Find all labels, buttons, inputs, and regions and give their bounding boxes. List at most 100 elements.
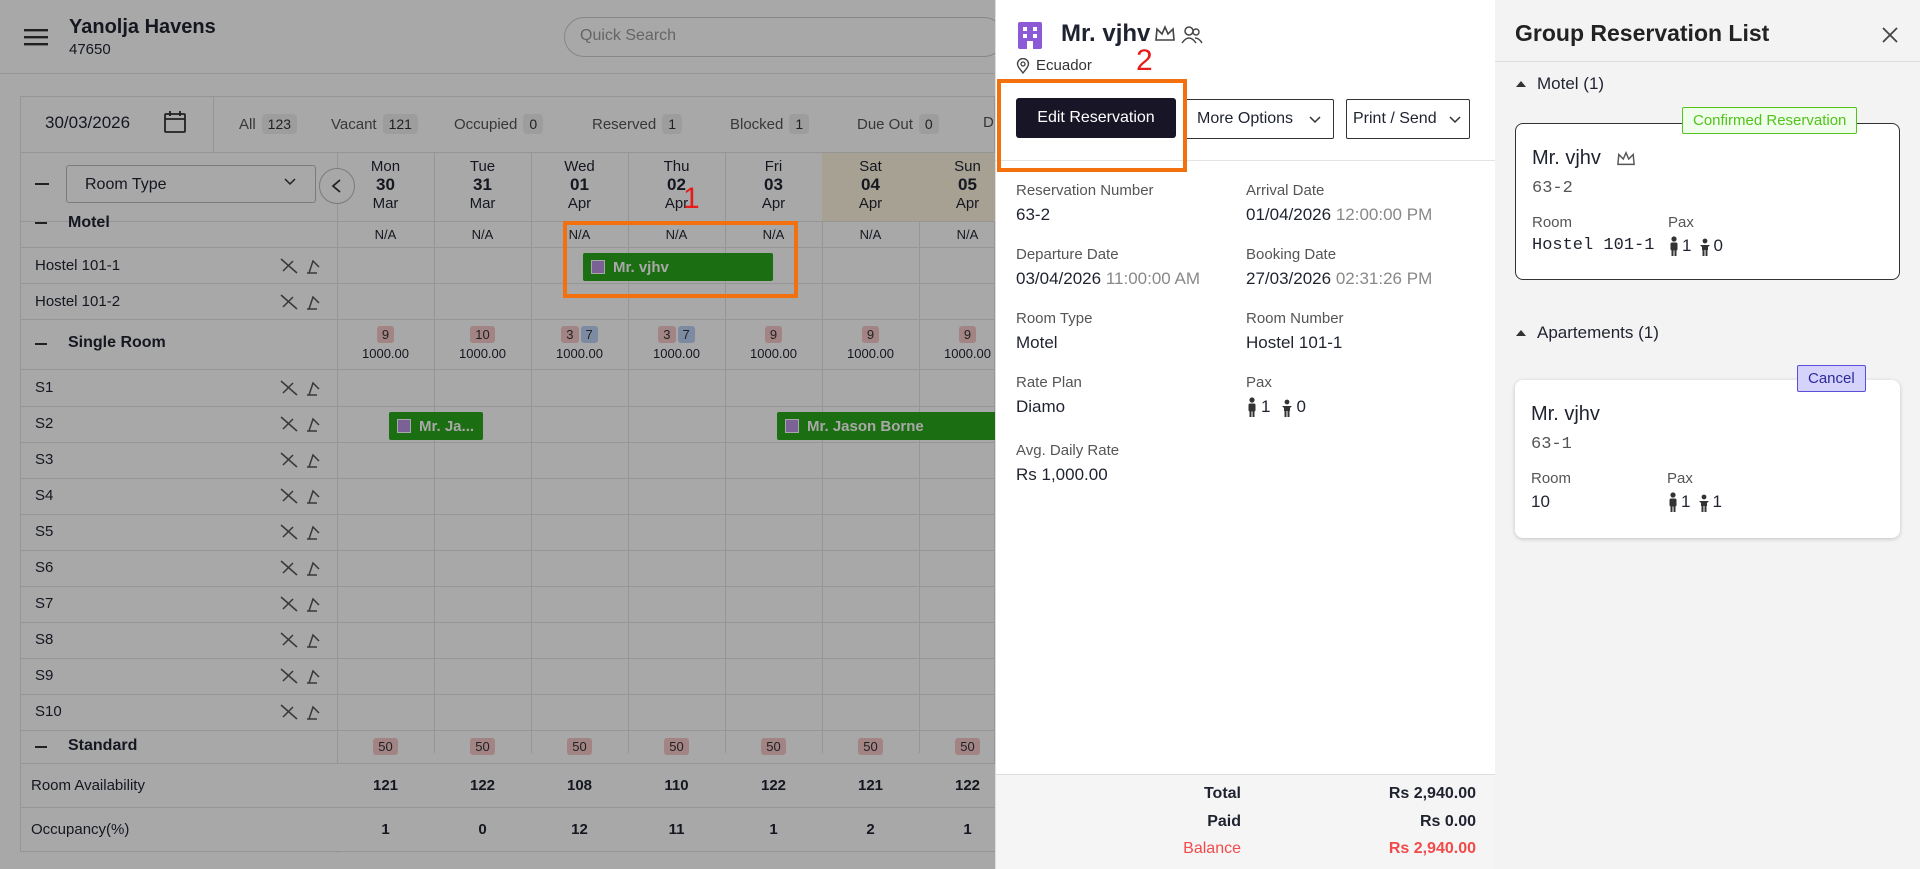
filter-bar: 30/03/2026 All 123 Vacant 121 Occupied 0 Re…	[20, 96, 995, 153]
day-number: 03	[764, 175, 783, 194]
room-row-label[interactable]: S2	[35, 415, 53, 432]
filter-all[interactable]: All 123	[239, 114, 298, 134]
filter-count: 123	[261, 114, 298, 134]
availability-badge: 50	[373, 738, 398, 755]
price: 1000.00	[944, 346, 991, 361]
room-row-label[interactable]: S8	[35, 631, 53, 648]
card-room: 10	[1531, 492, 1550, 511]
collapse-all-icon[interactable]	[35, 183, 49, 185]
na-cell: N/A	[956, 227, 979, 242]
room-row-label[interactable]: S4	[35, 487, 53, 504]
print-send-button[interactable]: Print / Send	[1346, 99, 1470, 139]
adult-icon	[1669, 492, 1677, 512]
chevron-down-icon	[1449, 116, 1461, 124]
filter-label: Reserved	[592, 115, 657, 133]
month: Mar	[372, 195, 399, 212]
button-label: More Options	[1197, 110, 1294, 127]
filter-label: Vacant	[331, 115, 377, 133]
availability-badge: 50	[955, 738, 980, 755]
card-room: Hostel 101-1	[1532, 236, 1655, 255]
location-pin-icon	[1016, 57, 1030, 74]
group-section-motel[interactable]: Motel (1)	[1515, 74, 1604, 94]
housekeeping-icon	[279, 487, 321, 505]
day-header: Mon 30 Mar	[337, 153, 434, 221]
filter-label: Due Out	[857, 115, 913, 133]
rate-cell: 10 1000.00	[434, 326, 531, 361]
reservation-bar[interactable]: Mr. vjhv	[583, 253, 773, 281]
date-field[interactable]: 30/03/2026	[45, 113, 130, 133]
room-row-label[interactable]: S7	[35, 595, 53, 612]
price: 1000.00	[459, 346, 506, 361]
day-header: Thu 02 Apr	[628, 153, 725, 221]
rate-cell: 9 1000.00	[337, 326, 434, 361]
room-row-label[interactable]: Hostel 101-1	[35, 257, 120, 274]
availability-value: 121	[857, 777, 884, 794]
housekeeping-icon	[279, 293, 321, 311]
price: 1000.00	[653, 346, 700, 361]
room-row-label[interactable]: S10	[35, 703, 62, 720]
field-time: 11:00:00 AM	[1105, 269, 1201, 288]
room-type-select[interactable]: Room Type	[66, 165, 316, 203]
price: 1000.00	[556, 346, 603, 361]
more-options-button[interactable]: More Options	[1184, 99, 1334, 139]
filter-count: 0	[523, 114, 544, 134]
filter-d[interactable]: D	[983, 114, 994, 131]
day-of-week: Tue	[469, 158, 496, 175]
filter-label: Blocked	[730, 115, 784, 133]
day-header: Tue 31 Mar	[434, 153, 531, 221]
quick-search-input[interactable]: Quick Search	[564, 17, 995, 57]
adult-icon	[1670, 236, 1678, 256]
availability-value: 122	[469, 777, 496, 794]
rate-plan-field: Rate Plan Diamo	[1016, 374, 1082, 417]
availability-value: 121	[372, 777, 399, 794]
group-reservation-card[interactable]: Confirmed Reservation Mr. vjhv 63-2 Room…	[1515, 107, 1900, 280]
field-label: Rate Plan	[1016, 374, 1082, 391]
availability-badge: 9	[376, 326, 395, 343]
occupancy-value: 2	[866, 821, 875, 838]
group-reservation-panel: Group Reservation List Motel (1) Confirm…	[1495, 0, 1920, 869]
group-reservation-card[interactable]: Cancel Mr. vjhv 63-1 Room 10 Pax 1 1	[1515, 365, 1900, 538]
price: 1000.00	[750, 346, 797, 361]
room-row-label[interactable]: S9	[35, 667, 53, 684]
card-code: 63-1	[1531, 435, 1572, 454]
housekeeping-icon	[279, 415, 321, 433]
field-value: 63-2	[1016, 205, 1051, 224]
filter-due-out[interactable]: Due Out 0	[857, 114, 939, 134]
reservation-bar[interactable]: Mr. Jason Borne	[777, 412, 995, 440]
edit-reservation-button[interactable]: Edit Reservation	[1016, 98, 1176, 138]
calendar-icon[interactable]	[163, 110, 187, 134]
hamburger-menu-icon[interactable]	[24, 27, 48, 47]
section-name: Standard	[68, 737, 138, 754]
room-row-label[interactable]: S6	[35, 559, 53, 576]
day-of-week: Sat	[859, 158, 882, 175]
balance-value: Rs 2,940.00	[1388, 840, 1476, 857]
adult-icon	[1248, 397, 1256, 417]
chevron-down-icon	[1309, 116, 1321, 124]
room-row-label[interactable]: Hostel 101-2	[35, 293, 120, 310]
room-row-label[interactable]: S5	[35, 523, 53, 540]
group-section-apartements[interactable]: Apartements (1)	[1515, 323, 1659, 343]
filter-blocked[interactable]: Blocked 1	[730, 114, 810, 134]
filter-occupied[interactable]: Occupied 0	[454, 114, 544, 134]
filter-label: All	[239, 115, 256, 133]
room-row-label[interactable]: S1	[35, 379, 53, 396]
status-badge: Confirmed Reservation	[1682, 107, 1858, 134]
day-header: Sun 05 Apr	[919, 153, 995, 221]
row-divider	[21, 514, 995, 515]
filter-vacant[interactable]: Vacant 121	[331, 114, 418, 134]
building-icon	[591, 260, 605, 274]
close-icon[interactable]	[1881, 26, 1899, 44]
room-row-label[interactable]: S3	[35, 451, 53, 468]
field-label: Departure Date	[1016, 246, 1119, 263]
rate-cell: 50	[822, 738, 919, 756]
na-cell: N/A	[568, 227, 591, 242]
reservation-bar[interactable]: Mr. Ja...	[389, 412, 483, 440]
availability-badge: 50	[761, 738, 786, 755]
filter-reserved[interactable]: Reserved 1	[592, 114, 682, 134]
row-divider	[21, 658, 995, 659]
card-label: Pax	[1667, 470, 1693, 487]
field-label: Booking Date	[1246, 246, 1337, 263]
group-icon	[1181, 25, 1203, 45]
field-value: Rs 1,000.00	[1016, 465, 1108, 484]
housekeeping-icon	[279, 631, 321, 649]
